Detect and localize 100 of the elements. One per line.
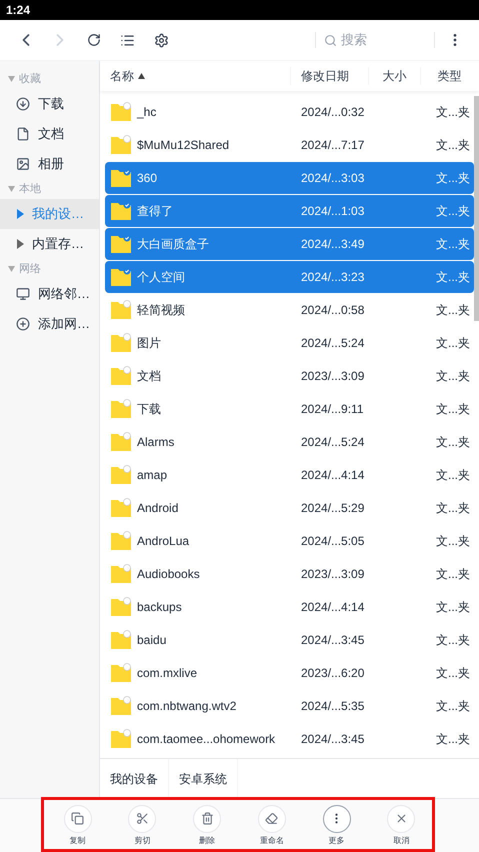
column-header[interactable]: 名称 (100, 67, 290, 85)
action-button[interactable]: 复制 (58, 804, 98, 846)
file-row[interactable]: 查得了 2024/...1:03 文...夹 (105, 195, 474, 227)
file-type: 文...夹 (436, 203, 471, 220)
column-header[interactable]: 修改日期 (290, 67, 368, 85)
file-type: 文...夹 (436, 236, 471, 253)
image-icon (16, 157, 30, 171)
file-row[interactable]: 360 2024/...3:03 文...夹 (105, 162, 474, 194)
file-name: AndroLua (137, 533, 190, 550)
sidebar-item[interactable]: 相册 (0, 149, 99, 179)
file-name: Audiobooks (137, 566, 200, 583)
column-header[interactable]: 类型 (420, 67, 478, 85)
file-row[interactable]: Audiobooks 2023/...3:09 文...夹 (105, 558, 474, 590)
sidebar-label: 相册 (38, 155, 64, 174)
file-row[interactable]: com.mxlive 2023/...6:20 文...夹 (105, 657, 474, 689)
sidebar-item[interactable]: 下载 (0, 89, 99, 119)
file-name: 查得了 (137, 203, 173, 220)
folder-icon (110, 663, 132, 683)
sidebar-item[interactable]: 内置存… (0, 229, 99, 259)
file-type: 文...夹 (436, 698, 471, 715)
breadcrumb-item[interactable]: 我的设备 (100, 759, 169, 798)
modified-date: 2024/...9:11 (300, 401, 364, 418)
file-type: 文...夹 (436, 533, 471, 550)
modified-date: 2024/...5:29 (300, 500, 366, 517)
file-row[interactable]: amap 2024/...4:14 文...夹 (105, 459, 474, 491)
sidebar-label: 网络邻… (38, 285, 90, 304)
folder-icon (110, 564, 132, 584)
file-row[interactable]: AndroLua 2024/...5:05 文...夹 (105, 525, 474, 557)
folder-icon (110, 432, 132, 452)
column-header[interactable]: 大小 (368, 67, 420, 85)
file-type: 文...夹 (436, 170, 471, 187)
folder-icon (110, 102, 132, 122)
file-type: 文...夹 (436, 731, 471, 748)
modified-date: 2023/...6:20 (300, 665, 366, 682)
file-row[interactable]: Android 2024/...5:29 文...夹 (105, 492, 474, 524)
modified-date: 2024/...0:58 (300, 302, 366, 319)
modified-date: 2024/...3:23 (300, 269, 366, 286)
file-name: com.nbtwang.wtv2 (137, 698, 236, 715)
action-button[interactable]: 重命名 (252, 804, 292, 846)
folder-icon (110, 498, 132, 518)
modified-date: 2024/...3:03 (300, 170, 366, 187)
modified-date: 2024/...5:35 (300, 698, 366, 715)
file-type: 文...夹 (436, 335, 471, 352)
eraser-icon (265, 812, 278, 825)
file-row[interactable]: $MuMu12Shared 2024/...7:17 文...夹 (105, 129, 474, 161)
download-icon (16, 97, 30, 111)
modified-date: 2024/...4:14 (300, 599, 366, 616)
caret-icon (16, 209, 24, 219)
file-type: 文...夹 (436, 500, 471, 517)
refresh-icon[interactable] (87, 33, 101, 47)
folder-icon (110, 333, 132, 353)
file-row[interactable]: 文档 2023/...3:09 文...夹 (105, 360, 474, 392)
file-name: Alarms (137, 434, 174, 451)
action-button[interactable]: 删除 (187, 804, 228, 846)
document-icon (16, 127, 30, 141)
file-type: 文...夹 (436, 467, 471, 484)
file-row[interactable]: com.taomee...ohomework 2024/...3:45 文...夹 (105, 723, 474, 755)
sidebar-item[interactable]: 网络邻… (0, 279, 99, 309)
search-field[interactable]: 搜索 (341, 30, 421, 50)
file-type: 文...夹 (436, 269, 471, 286)
file-row[interactable]: backups 2024/...4:14 文...夹 (105, 591, 474, 623)
settings-icon[interactable] (154, 32, 169, 48)
file-name: _hc (137, 104, 156, 121)
scrollbar[interactable] (474, 96, 479, 321)
list-view-icon[interactable] (120, 32, 135, 48)
file-name: $MuMu12Shared (137, 137, 230, 154)
file-name: com.taomee...ohomework (137, 731, 276, 748)
folder-icon (110, 696, 132, 716)
folder-icon (110, 729, 132, 749)
file-name: amap (137, 467, 168, 484)
folder-icon (110, 300, 132, 320)
file-name: Android (137, 500, 178, 517)
action-button[interactable]: 剪切 (122, 804, 162, 846)
modified-date: 2024/...0:32 (300, 104, 366, 121)
sidebar-item[interactable]: 添加网… (0, 309, 99, 339)
sidebar-label: 下载 (38, 95, 64, 114)
file-row[interactable]: com.nbtwang.wtv2 2024/...5:35 文...夹 (105, 690, 474, 722)
folder-icon (110, 597, 132, 617)
close-icon (394, 812, 408, 825)
folder-icon (110, 399, 132, 419)
file-row[interactable]: 个人空间 2024/...3:23 文...夹 (105, 261, 474, 293)
modified-date: 2024/...5:05 (300, 533, 366, 550)
breadcrumb-item[interactable]: 安卓系统 (169, 759, 238, 798)
modified-date: 2024/...7:17 (300, 137, 366, 154)
file-row[interactable]: Alarms 2024/...5:24 文...夹 (105, 426, 474, 458)
sidebar-item[interactable]: 文档 (0, 119, 99, 149)
plus-circle-icon (16, 317, 30, 331)
file-row[interactable]: 下载 2024/...9:11 文...夹 (105, 393, 474, 425)
file-row[interactable]: 轻简视频 2024/...0:58 文...夹 (105, 294, 474, 326)
file-row[interactable]: _hc 2024/...0:32 文...夹 (105, 96, 474, 128)
file-row[interactable]: baidu 2024/...3:45 文...夹 (105, 624, 474, 656)
file-row[interactable]: 图片 2024/...5:24 文...夹 (105, 327, 474, 359)
file-type: 文...夹 (436, 137, 471, 154)
folder-icon (110, 531, 132, 551)
action-button[interactable]: 更多 (316, 804, 357, 846)
file-name: baidu (137, 632, 166, 649)
file-type: 文...夹 (436, 302, 471, 319)
action-button[interactable]: 取消 (381, 804, 422, 846)
file-row[interactable]: 大白画质盒子 2024/...3:49 文...夹 (105, 228, 474, 260)
section-title: 本地 (19, 182, 41, 197)
